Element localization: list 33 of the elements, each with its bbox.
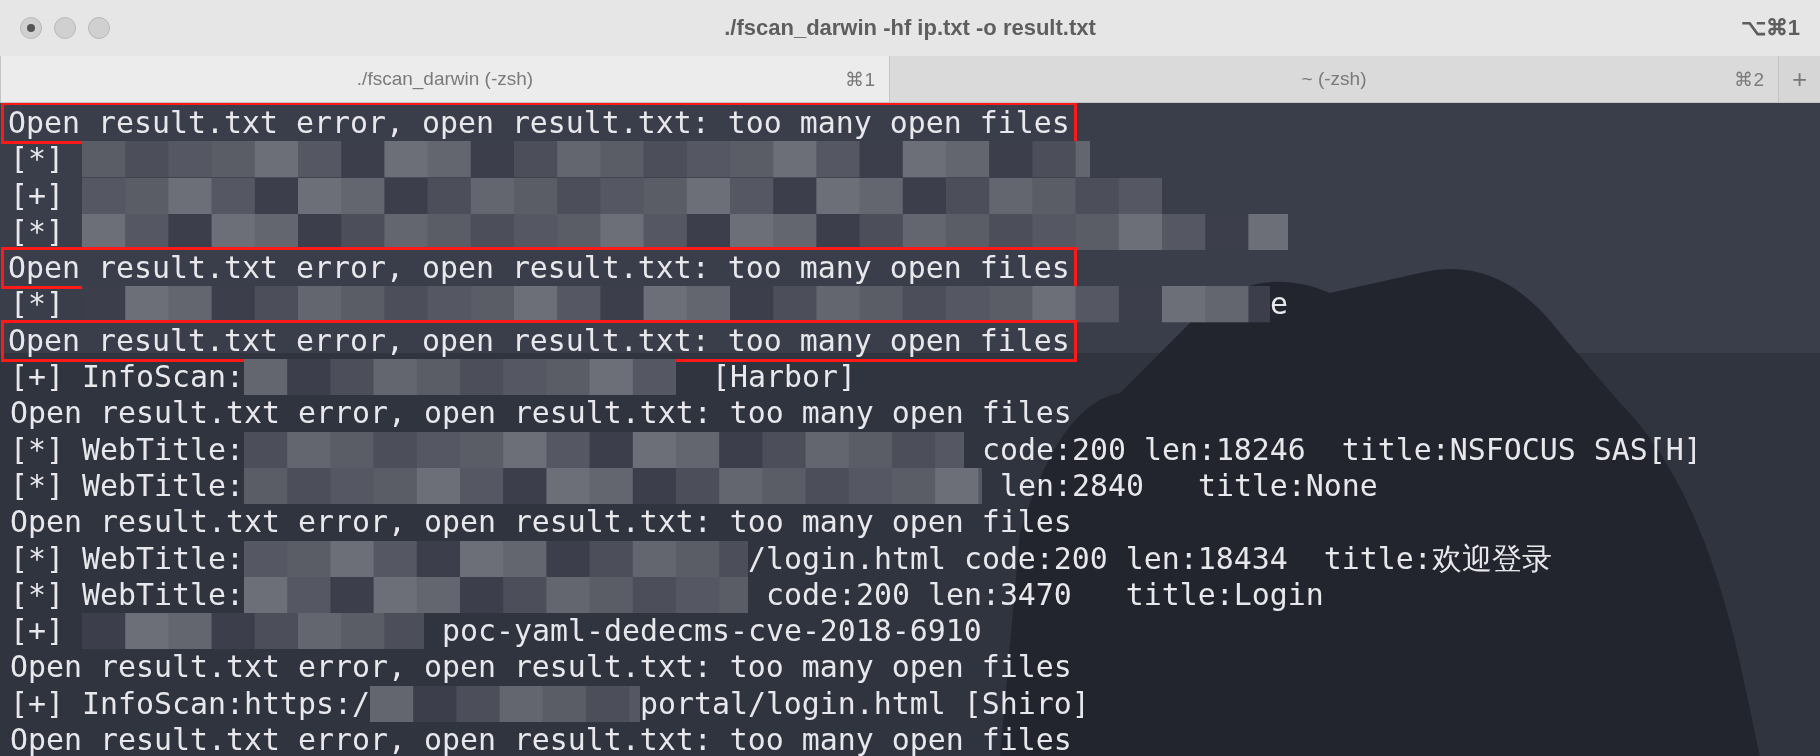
terminal-text: code:200 len:18246 title:NSFOCUS SAS[H] (980, 431, 1702, 468)
terminal-tab[interactable]: ~ (-zsh) ⌘2 (889, 56, 1778, 102)
terminal-text: poc-yaml-dedecms-cve-2018-6910 (440, 613, 982, 650)
terminal-text: Open result.txt error, open result.txt: too many open files (10, 395, 1072, 432)
terminal-text: portal/login.html [Shiro] (639, 685, 1090, 723)
close-button[interactable] (20, 17, 42, 39)
terminal-text: [*] WebTitle: (10, 431, 244, 468)
terminal-text: [*] (10, 213, 65, 251)
zoom-button[interactable] (88, 17, 110, 39)
terminal-text: [+] InfoScan: (10, 359, 244, 396)
terminal-text: e (1269, 286, 1288, 323)
window-shortcut: ⌥⌘1 (1740, 15, 1800, 41)
window-title: ./fscan_darwin -hf ip.txt -o result.txt (724, 15, 1096, 40)
terminal-text: [*] WebTitle: (10, 467, 244, 505)
terminal-text: [*] WebTitle: (10, 540, 244, 577)
terminal-text: Open result.txt error, open result.txt: too many open files (10, 722, 1072, 756)
terminal-text: /login.html code:200 len:18434 title:欢迎登录 (747, 540, 1552, 577)
terminal-text: [Harbor] (710, 359, 856, 396)
terminal-tab[interactable]: ./fscan_darwin (-zsh) ⌘1 (0, 56, 889, 102)
terminal-text: [+] (10, 613, 65, 650)
terminal-text: code:200 len:3470 title:Login (764, 576, 1324, 614)
terminal-text: [+] InfoScan:https:/ (10, 685, 370, 723)
terminal-text: [*] (10, 141, 65, 178)
terminal-text: Open result.txt error, open result.txt: too many open files (8, 250, 1070, 287)
terminal-text: len:2840 title:None (998, 467, 1378, 505)
terminal-text: Open result.txt error, open result.txt: too many open files (10, 504, 1072, 541)
terminal-text: Open result.txt error, open result.txt: too many open files (8, 105, 1070, 142)
terminal-text: [*] (10, 286, 65, 323)
minimize-button[interactable] (54, 17, 76, 39)
terminal-text: Open result.txt error, open result.txt: too many open files (8, 322, 1070, 360)
terminal-text: Open result.txt error, open result.txt: too many open files (10, 649, 1072, 686)
terminal-text: [+] (10, 177, 65, 214)
terminal-text: [*] WebTitle: (10, 576, 244, 614)
